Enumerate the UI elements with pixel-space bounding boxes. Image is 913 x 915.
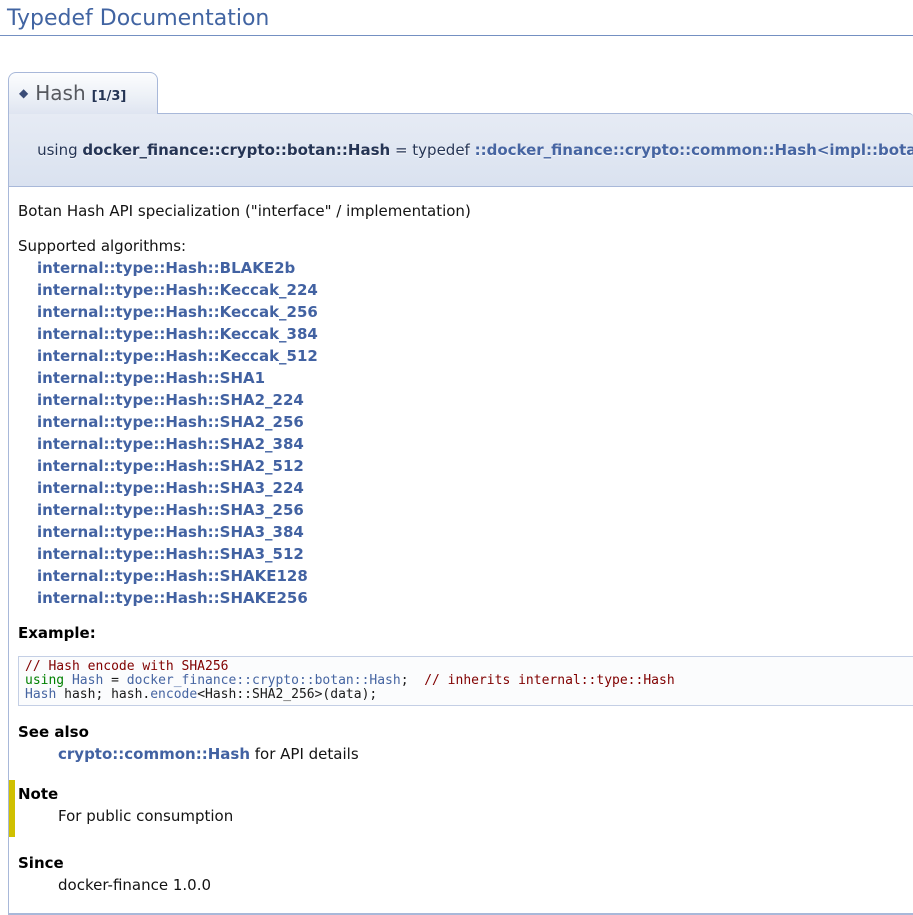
since-label: Since: [18, 852, 903, 874]
note-section: Note For public consumption: [9, 780, 903, 837]
proto-equals-typedef: = typedef: [390, 141, 474, 159]
code-text: ;: [401, 673, 424, 688]
since-section: Since docker-finance 1.0.0: [18, 852, 903, 896]
example-heading: Example:: [18, 624, 903, 642]
algorithm-link[interactable]: internal::type::Hash::SHA3_512: [37, 543, 903, 565]
member-doc: Botan Hash API specialization ("interfac…: [8, 187, 913, 915]
algorithm-link[interactable]: internal::type::Hash::SHAKE128: [37, 565, 903, 587]
supported-algorithms-label: Supported algorithms:: [18, 235, 903, 257]
algorithm-link[interactable]: internal::type::Hash::SHA3_224: [37, 477, 903, 499]
member-item: ◆Hash[1/3] using docker_finance::crypto:…: [8, 72, 913, 915]
code-line-2: using Hash = docker_finance::crypto::bot…: [25, 674, 913, 688]
note-text: For public consumption: [58, 805, 903, 827]
member-prototype: using docker_finance::crypto::botan::Has…: [8, 113, 913, 187]
page-title: Typedef Documentation: [0, 0, 913, 36]
overload-badge: [1/3]: [92, 89, 127, 104]
code-line-3: Hash hash; hash.encode<Hash::SHA2_256>(d…: [25, 688, 913, 702]
proto-typedef-name: docker_finance::crypto::botan::Hash: [82, 141, 390, 159]
code-keyword: using: [25, 673, 64, 688]
supported-algorithms-block: Supported algorithms: internal::type::Ha…: [18, 235, 903, 609]
code-link-botan-hash[interactable]: docker_finance::crypto::botan::Hash: [127, 673, 401, 688]
see-also-section: See also crypto::common::Hash for API de…: [18, 721, 903, 765]
algorithm-link[interactable]: internal::type::Hash::SHA2_512: [37, 455, 903, 477]
code-link-encode[interactable]: encode: [150, 687, 197, 702]
see-also-link[interactable]: crypto::common::Hash: [58, 745, 250, 763]
code-line-1: // Hash encode with SHA256: [25, 660, 913, 674]
permalink-diamond-icon[interactable]: ◆: [19, 86, 28, 100]
code-example: // Hash encode with SHA256 using Hash = …: [18, 656, 913, 706]
algorithm-link[interactable]: internal::type::Hash::SHA2_384: [37, 433, 903, 455]
algorithm-link[interactable]: internal::type::Hash::SHA3_384: [37, 521, 903, 543]
code-comment: // Hash encode with SHA256: [25, 659, 229, 674]
code-text: <Hash::SHA2_256>(data);: [197, 687, 377, 702]
code-text: hash; hash.: [56, 687, 150, 702]
algorithm-link[interactable]: internal::type::Hash::Keccak_384: [37, 323, 903, 345]
member-tab: ◆ Hash [1/3]: [8, 72, 158, 114]
algorithm-link[interactable]: internal::type::Hash::SHA3_256: [37, 499, 903, 521]
note-label: Note: [18, 783, 903, 805]
algorithm-link[interactable]: internal::type::Hash::Keccak_512: [37, 345, 903, 367]
since-text: docker-finance 1.0.0: [58, 874, 903, 896]
algorithm-link[interactable]: internal::type::Hash::SHA2_256: [37, 411, 903, 433]
algorithm-link[interactable]: internal::type::Hash::SHA1: [37, 367, 903, 389]
see-also-text: for API details: [250, 745, 359, 763]
brief-description: Botan Hash API specialization ("interfac…: [18, 201, 903, 221]
algorithm-link[interactable]: internal::type::Hash::BLAKE2b: [37, 257, 903, 279]
algorithm-link[interactable]: internal::type::Hash::SHA2_224: [37, 389, 903, 411]
see-also-label: See also: [18, 721, 903, 743]
code-text: [64, 673, 72, 688]
see-also-content: crypto::common::Hash for API details: [58, 743, 903, 765]
code-link-hash[interactable]: Hash: [25, 687, 56, 702]
algorithm-link[interactable]: internal::type::Hash::Keccak_224: [37, 279, 903, 301]
algorithm-link[interactable]: internal::type::Hash::SHAKE256: [37, 587, 903, 609]
member-title: Hash: [35, 81, 85, 105]
code-text: =: [103, 673, 126, 688]
proto-target-link[interactable]: ::docker_finance::crypto::common::Hash<i…: [475, 141, 913, 159]
algorithm-link[interactable]: internal::type::Hash::Keccak_256: [37, 301, 903, 323]
code-comment: // inherits internal::type::Hash: [424, 673, 674, 688]
code-link-hash[interactable]: Hash: [72, 673, 103, 688]
proto-using-keyword: using: [37, 141, 82, 159]
